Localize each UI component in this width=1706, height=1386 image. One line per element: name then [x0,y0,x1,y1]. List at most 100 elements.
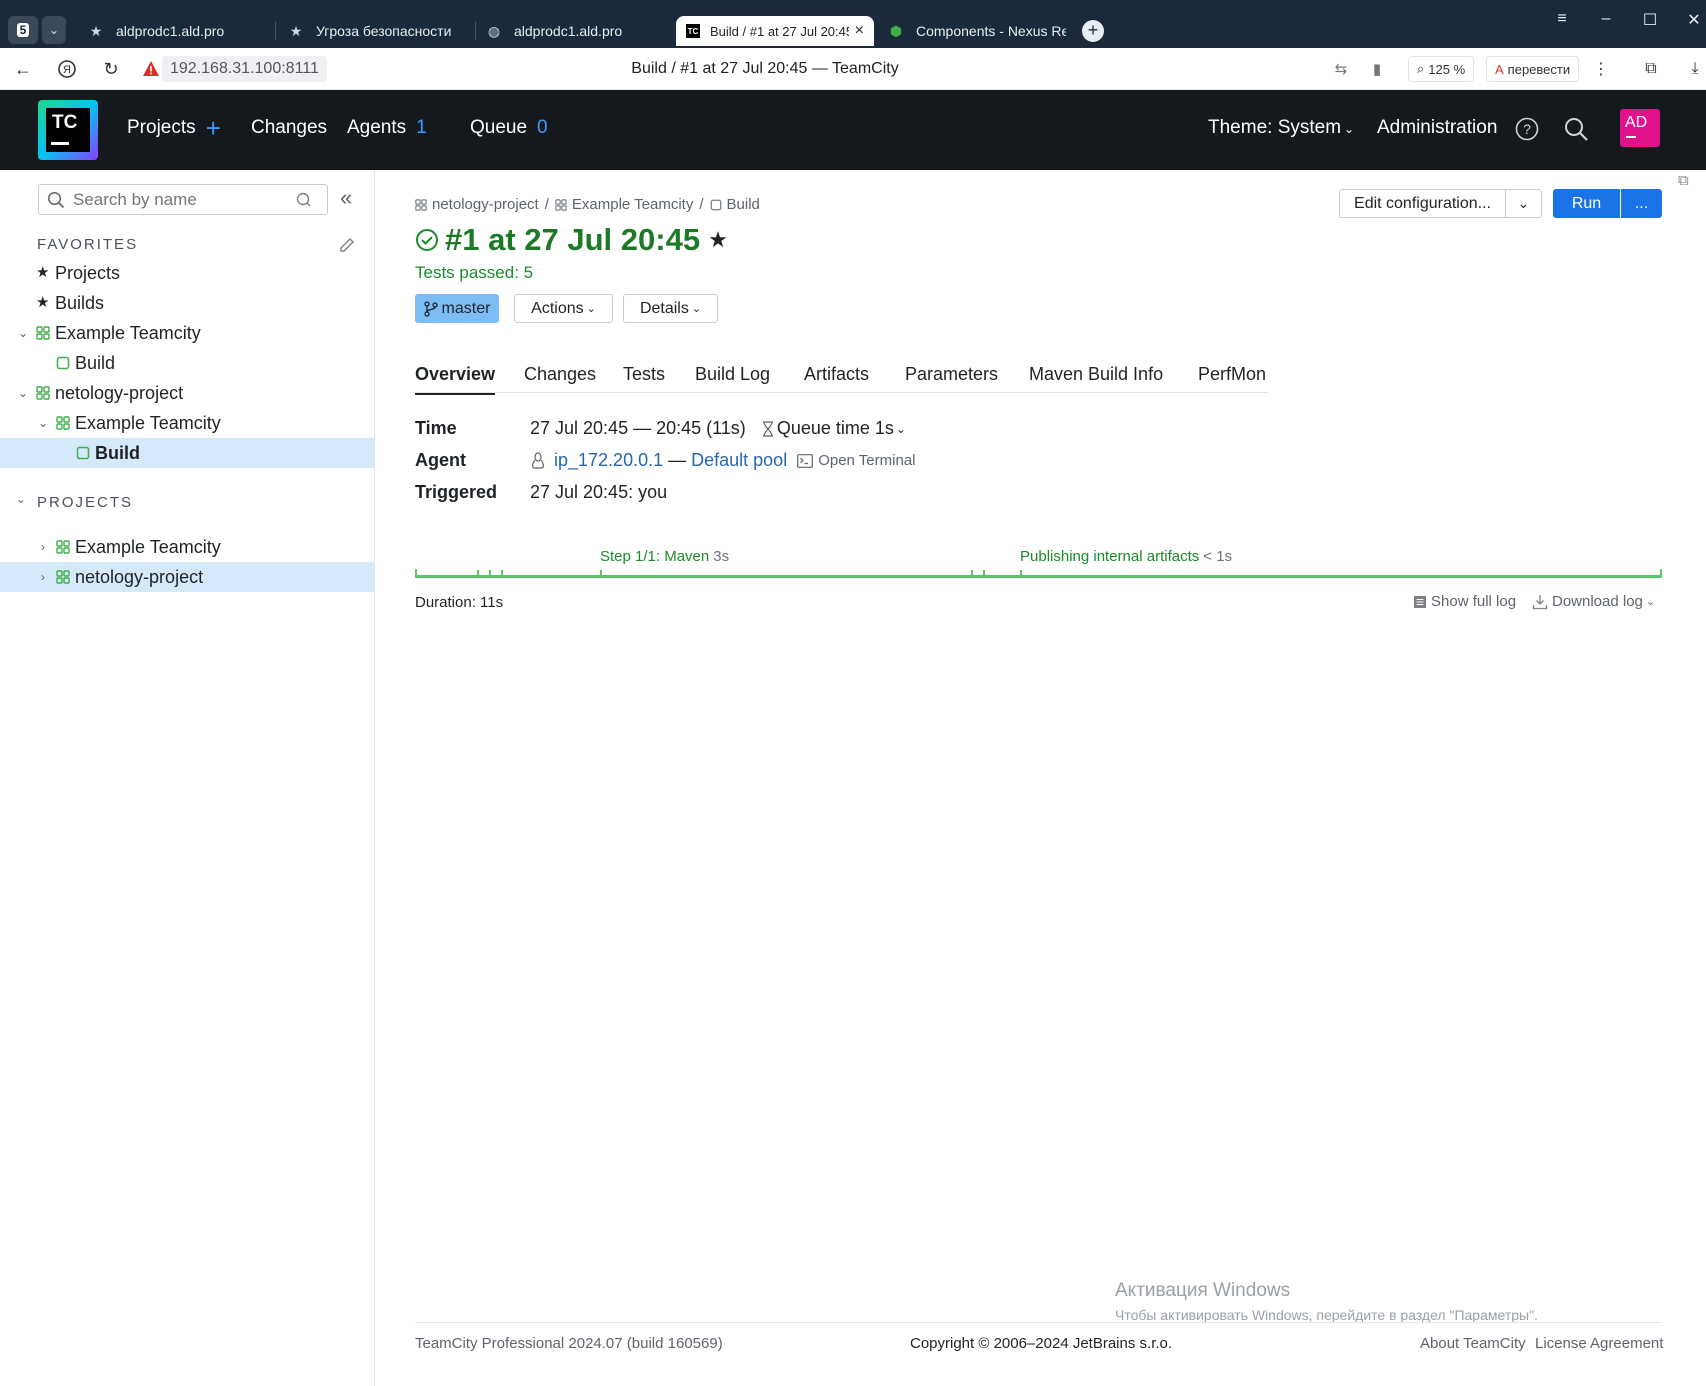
queue-time[interactable]: Queue time 1s ⌄ [762,418,906,439]
chevron-right-icon[interactable]: › [36,540,50,554]
project-icon [36,386,50,400]
tree-item-build[interactable]: Build [0,348,375,378]
actions-dropdown[interactable]: Actions ⌄ [514,294,613,323]
minimize-icon[interactable]: – [1591,10,1621,28]
browser-tab-5[interactable]: ⬢ Components - Nexus Repository Manager [888,16,1066,46]
breadcrumb-link[interactable]: netology-project [432,196,539,213]
collapse-sidebar-icon[interactable]: « [340,187,352,209]
sidebar-search[interactable] [38,184,328,215]
tab-build-log[interactable]: Build Log [695,364,770,385]
breadcrumb-separator: / [699,196,704,213]
show-full-log-link[interactable]: Show full log [1413,593,1516,610]
search-input[interactable] [73,188,293,211]
project-icon [56,570,70,584]
tree-item-example-teamcity-nested[interactable]: ⌄ Example Teamcity [0,408,375,438]
license-agreement-link[interactable]: License Agreement [1535,1335,1663,1352]
chevron-down-icon: ⌄ [691,303,702,315]
tabs-dropdown-icon[interactable]: ⌄ [42,16,66,44]
tab-parameters[interactable]: Parameters [905,364,998,385]
nav-agents[interactable]: Agents 1 [347,117,427,139]
menu-icon[interactable]: ≡ [1547,10,1577,28]
chevron-down-icon[interactable]: ⌄ [16,386,30,400]
agent-pool-link[interactable]: Default pool [691,450,787,471]
teamcity-favicon-icon: TC [686,24,700,38]
nav-queue[interactable]: Queue 0 [470,117,548,139]
download-icon[interactable]: ⤓ [1684,58,1706,80]
tab-overview[interactable]: Overview [415,364,496,395]
avatar[interactable]: AD [1620,109,1660,147]
details-dropdown[interactable]: Details ⌄ [623,294,718,323]
sidebar: « FAVORITES ★ Projects ★ Builds ⌄ Exampl… [0,170,375,1386]
about-teamcity-link[interactable]: About TeamCity [1420,1335,1526,1352]
close-window-icon[interactable]: ✕ [1679,10,1706,30]
translate-page-icon[interactable]: ⇆ [1330,58,1352,80]
chevron-down-icon[interactable]: ⌄ [16,326,30,340]
hourglass-icon [762,420,774,437]
tab-maven-build-info[interactable]: Maven Build Info [1029,364,1163,385]
tree-item-example-teamcity[interactable]: ⌄ Example Teamcity [0,318,375,348]
teamcity-logo[interactable]: TC [38,100,98,160]
avatar-underline [1626,136,1636,138]
open-terminal-label: Open Terminal [818,452,916,469]
agent-link[interactable]: ip_172.20.0.1 [554,450,663,471]
collections-icon[interactable]: ⧉ [1640,58,1662,80]
help-icon[interactable]: ? [1515,117,1539,141]
search-options-icon[interactable] [296,192,312,208]
favorite-builds[interactable]: ★ Builds [0,288,375,318]
nav-changes[interactable]: Changes [251,117,327,139]
project-item-netology-project[interactable]: › netology-project [0,562,375,592]
edit-configuration-button[interactable]: Edit configuration... [1339,189,1506,218]
close-tab-icon[interactable]: × [855,22,864,40]
edit-favorites-icon[interactable] [338,236,356,254]
open-terminal-link[interactable]: Open Terminal [797,452,915,469]
star-icon[interactable]: ★ [708,227,728,253]
tab-divider [475,22,476,40]
branch-badge[interactable]: master [415,294,499,323]
maximize-icon[interactable]: ☐ [1635,10,1665,30]
tab-perfmon[interactable]: PerfMon [1198,364,1266,385]
nav-projects[interactable]: Projects + [127,115,221,141]
search-icon[interactable] [1563,116,1589,142]
browser-tab-1[interactable]: ★ aldprodc1.ald.pro [88,16,268,46]
browser-tab-2[interactable]: ★ Угроза безопасности [288,16,468,46]
project-item-example-teamcity[interactable]: › Example Teamcity [0,532,375,562]
favorites-heading: FAVORITES [37,236,139,253]
tests-passed[interactable]: Tests passed: 5 [415,263,533,283]
browser-tab-3[interactable]: ◍ aldprodc1.ald.pro [486,16,666,46]
favorite-projects[interactable]: ★ Projects [0,258,375,288]
theme-selector[interactable]: Theme: System ⌄ [1208,117,1354,139]
tree-item-netology-project[interactable]: ⌄ netology-project [0,378,375,408]
new-tab-button[interactable]: + [1082,20,1104,42]
star-favicon-icon: ★ [289,22,303,39]
nav-administration[interactable]: Administration [1377,117,1497,139]
translate-button[interactable]: A перевести [1486,56,1580,82]
run-button[interactable]: Run [1553,189,1620,218]
chevron-down-icon[interactable]: ⌄ [36,416,50,430]
tree-item-build-selected[interactable]: Build [0,438,375,468]
add-project-icon[interactable]: + [206,115,221,141]
zoom-indicator[interactable]: ⌕ 125 % [1408,56,1475,82]
browser-tab-active[interactable]: TC Build / #1 at 27 Jul 20:45 — TeamCity… [676,16,874,46]
tab-tests[interactable]: Tests [623,364,665,385]
tab-changes[interactable]: Changes [524,364,596,385]
agent-value-row: ip_172.20.0.1 — Default pool Open Termin… [530,450,915,471]
edit-configuration-dropdown[interactable]: ⌄ [1505,189,1542,218]
search-icon [47,191,65,209]
more-vertical-icon[interactable]: ⋮ [1590,58,1612,80]
tab-artifacts[interactable]: Artifacts [804,364,869,385]
tab-count: 5 [16,23,30,37]
breadcrumb-link[interactable]: Build [727,196,760,213]
teamcity-header: TC Projects + Changes Agents 1 Queue 0 The… [0,90,1706,170]
bookmark-icon[interactable]: ▮ [1366,58,1388,80]
run-options-button[interactable]: ... [1621,189,1662,218]
chevron-right-icon[interactable]: › [36,570,50,584]
chevron-down-icon[interactable]: ⌄ [16,492,26,506]
breadcrumb-link[interactable]: Example Teamcity [572,196,693,213]
build-title: #1 at 27 Jul 20:45 ★ [415,222,728,258]
actions-label: Actions [531,299,584,317]
tab-label: Угроза безопасности [316,23,452,39]
success-check-icon [415,228,439,252]
sidebar-toggle-icon[interactable]: ⧉ [1678,172,1689,189]
tab-counter-button[interactable]: 5 [8,16,38,44]
download-log-dropdown[interactable]: Download log ⌄ [1532,593,1655,610]
